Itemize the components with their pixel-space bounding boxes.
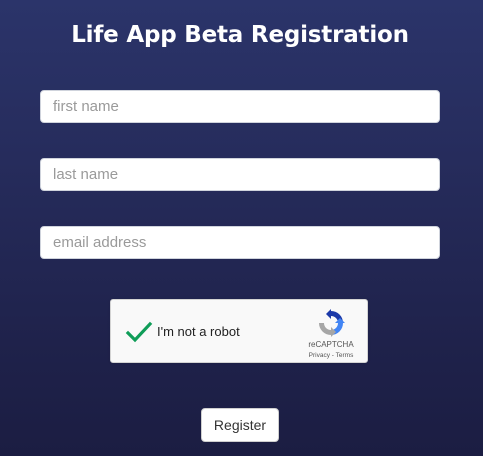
recaptcha-brand-text: reCAPTCHA <box>308 340 354 349</box>
recaptcha-widget: I'm not a robot reCAPTCHA Privacy - Term… <box>110 299 368 363</box>
registration-page: Life App Beta Registration I'm not a rob… <box>0 0 483 456</box>
privacy-link[interactable]: Privacy <box>309 352 330 359</box>
first-name-input[interactable] <box>40 90 440 123</box>
captcha-label: I'm not a robot <box>157 324 240 339</box>
recaptcha-logo-icon <box>319 309 345 337</box>
register-button[interactable]: Register <box>201 408 279 442</box>
recaptcha-links: Privacy - Terms <box>297 352 365 359</box>
page-title: Life App Beta Registration <box>71 22 409 48</box>
email-address-input[interactable] <box>40 226 440 259</box>
terms-link[interactable]: Terms <box>336 352 354 359</box>
checkmark-icon[interactable] <box>125 318 153 346</box>
last-name-input[interactable] <box>40 158 440 191</box>
